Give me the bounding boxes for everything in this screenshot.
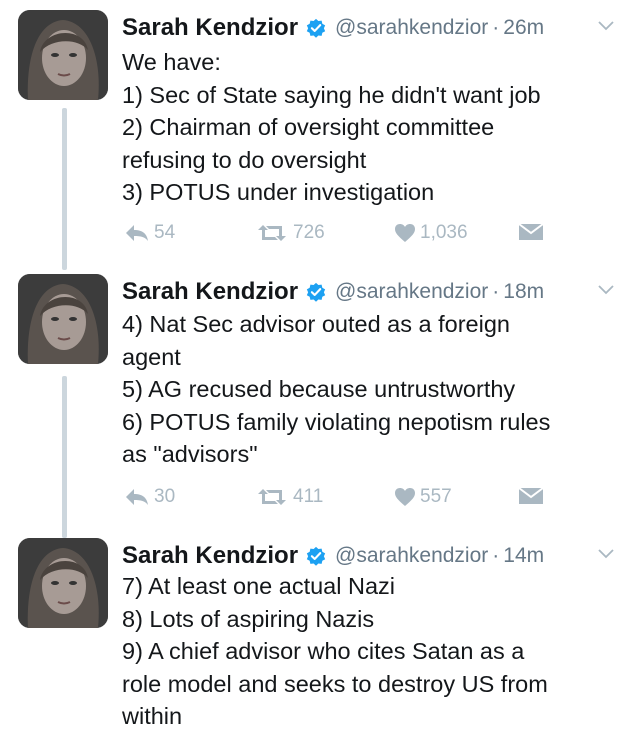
- avatar[interactable]: [18, 538, 108, 628]
- chevron-down-icon[interactable]: [598, 548, 614, 560]
- tweet-header: Sarah Kendzior @sarahkendzior · 18m: [122, 274, 622, 310]
- tweet-actions: 30 411 557: [122, 486, 562, 516]
- verified-badge-icon: [306, 18, 326, 38]
- separator-dot: ·: [492, 280, 500, 303]
- envelope-icon: [518, 487, 544, 504]
- tweet[interactable]: Sarah Kendzior @sarahkendzior · 26m We h…: [0, 10, 636, 260]
- heart-icon: [395, 488, 415, 506]
- separator-dot: ·: [492, 16, 500, 39]
- avatar[interactable]: [18, 10, 108, 100]
- timestamp[interactable]: 18m: [503, 280, 544, 304]
- reply-count: 54: [154, 222, 176, 243]
- avatar-photo: [18, 10, 108, 100]
- author-handle[interactable]: @sarahkendzior: [335, 544, 488, 568]
- tweet-text: 7) At least one actual Nazi 8) Lots of a…: [122, 570, 622, 733]
- tweet-header: Sarah Kendzior @sarahkendzior · 26m: [122, 10, 622, 46]
- tweet-text-line: 4) Nat Sec advisor outed as a foreign: [122, 311, 510, 337]
- verified-badge-icon: [306, 282, 326, 302]
- tweet-text: 4) Nat Sec advisor outed as a foreign ag…: [122, 308, 622, 471]
- envelope-icon: [518, 223, 544, 240]
- tweet-text-line: 6) POTUS family violating nepotism rules: [122, 408, 551, 435]
- reply-button[interactable]: 54: [124, 222, 175, 244]
- avatar-photo: [18, 274, 108, 364]
- tweet-text-line: within: [122, 703, 183, 729]
- retweet-count: 726: [293, 222, 325, 243]
- reply-icon: [126, 489, 148, 505]
- tweet-text-line: We have:: [122, 49, 221, 75]
- verified-badge-icon: [306, 546, 326, 566]
- tweet-text-line: role model and seeks to destroy US from: [122, 670, 548, 697]
- tweet-text-line: 1) Sec of State saying he didn't want jo…: [122, 81, 541, 108]
- tweet-actions: 54 726 1,036: [122, 222, 562, 252]
- tweet[interactable]: Sarah Kendzior @sarahkendzior · 18m 4) N…: [0, 274, 636, 524]
- avatar-photo: [18, 538, 108, 628]
- author-handle[interactable]: @sarahkendzior: [335, 16, 488, 40]
- tweet-text-line: 8) Lots of aspiring Nazis: [122, 605, 375, 632]
- separator-dot: ·: [492, 544, 500, 567]
- author-name[interactable]: Sarah Kendzior: [122, 278, 298, 306]
- timestamp[interactable]: 14m: [503, 544, 544, 568]
- direct-message-button[interactable]: [518, 486, 544, 506]
- tweet-text-line: as "advisors": [122, 441, 258, 467]
- like-button[interactable]: 557: [394, 486, 452, 508]
- tweet-text-line: 5) AG recused because untrustworthy: [122, 376, 516, 402]
- author-name[interactable]: Sarah Kendzior: [122, 14, 298, 42]
- tweet-text-line: 7) At least one actual Nazi: [122, 573, 396, 599]
- retweet-count: 411: [293, 486, 324, 507]
- tweet-text-line: 3) POTUS under investigation: [122, 179, 435, 205]
- timestamp[interactable]: 26m: [503, 16, 544, 40]
- author-handle[interactable]: @sarahkendzior: [335, 280, 488, 304]
- like-count: 1,036: [420, 222, 468, 243]
- heart-icon: [395, 224, 415, 242]
- reply-icon: [126, 225, 148, 241]
- author-name[interactable]: Sarah Kendzior: [122, 542, 298, 570]
- chevron-down-icon[interactable]: [598, 20, 614, 32]
- tweet-text: We have: 1) Sec of State saying he didn'…: [122, 46, 622, 209]
- like-button[interactable]: 1,036: [394, 222, 468, 244]
- tweet[interactable]: Sarah Kendzior @sarahkendzior · 14m 7) A…: [0, 538, 636, 735]
- avatar[interactable]: [18, 274, 108, 364]
- retweet-icon: [258, 225, 286, 241]
- chevron-down-icon[interactable]: [598, 284, 614, 296]
- like-count: 557: [420, 486, 452, 507]
- tweet-header: Sarah Kendzior @sarahkendzior · 14m: [122, 538, 622, 574]
- reply-button[interactable]: 30: [124, 486, 175, 508]
- tweet-text-line: refusing to do oversight: [122, 146, 367, 173]
- tweet-text-line: 9) A chief advisor who cites Satan as a: [122, 638, 525, 664]
- tweet-text-line: agent: [122, 343, 181, 370]
- direct-message-button[interactable]: [518, 222, 544, 242]
- retweet-button[interactable]: 411: [255, 486, 323, 508]
- tweet-text-line: 2) Chairman of oversight committee: [122, 114, 495, 140]
- retweet-icon: [258, 489, 286, 505]
- reply-count: 30: [154, 486, 176, 507]
- retweet-button[interactable]: 726: [255, 222, 325, 244]
